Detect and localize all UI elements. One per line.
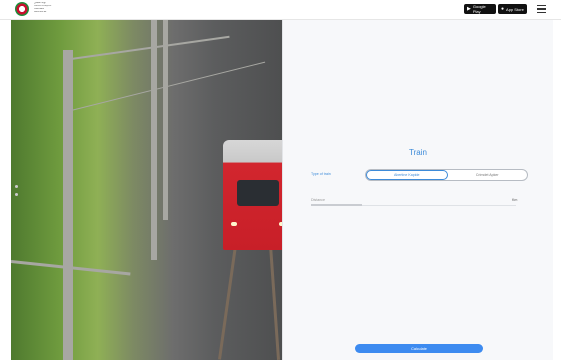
apple-icon: ● <box>501 6 505 12</box>
logo-icon[interactable] <box>15 2 29 16</box>
distance-label: Distance <box>311 198 325 202</box>
train-image <box>223 140 282 250</box>
top-header: بوابة القياس Carbon Footprint Calculator… <box>0 0 561 20</box>
logo-line-4: www.site.ae <box>34 11 47 13</box>
distance-unit: Km <box>512 198 518 202</box>
train-photo <box>11 20 282 360</box>
google-play-label: Google Play <box>472 4 486 14</box>
train-type-option-1[interactable]: Abertine Kapide <box>366 170 448 180</box>
app-store-button[interactable]: ● App Store <box>498 4 527 14</box>
google-play-icon: ▶ <box>467 6 471 12</box>
menu-icon[interactable] <box>537 5 546 13</box>
calculate-button[interactable]: Calculate <box>355 344 483 353</box>
train-type-option-2[interactable]: Crimdet Apker <box>448 170 528 180</box>
train-type-selector[interactable]: Abertine Kapide Crimdet Apker <box>365 169 528 181</box>
calculator-panel: Train Type of train Abertine Kapide Crim… <box>282 20 553 360</box>
app-store-label: App Store <box>506 6 524 12</box>
distance-slider-fill[interactable] <box>311 204 363 206</box>
photo-side-icons <box>15 185 18 196</box>
page-title: Train <box>409 148 427 157</box>
google-play-button[interactable]: ▶ Google Play <box>464 4 496 14</box>
train-type-label: Type of train <box>311 172 331 176</box>
logo-text: بوابة القياس Carbon Footprint Calculator… <box>34 2 86 14</box>
